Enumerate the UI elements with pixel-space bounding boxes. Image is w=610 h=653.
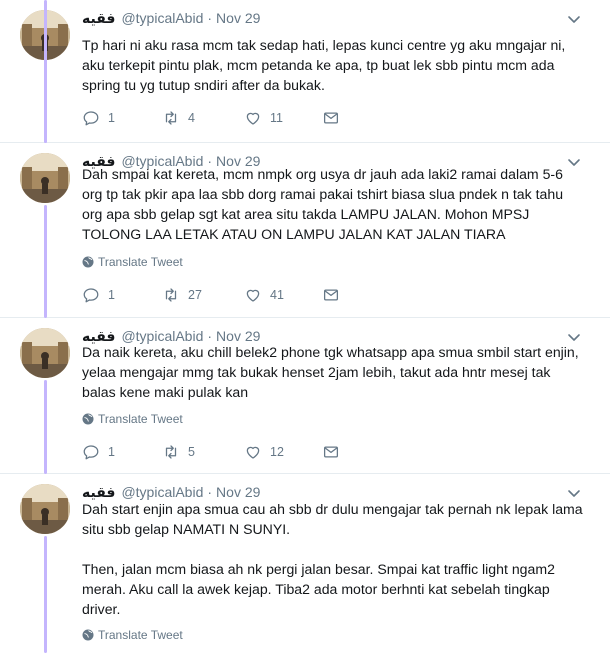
reply-button[interactable]: 1	[82, 442, 115, 462]
like-button[interactable]: 12	[244, 442, 284, 462]
reply-count: 1	[108, 111, 115, 125]
tweet[interactable]: فقيه @typicalAbid · Nov 29 Tp hari ni ak…	[0, 0, 610, 143]
retweet-count: 27	[188, 288, 202, 302]
caret-down-icon[interactable]	[567, 486, 581, 500]
reply-button[interactable]: 1	[82, 285, 115, 305]
tweet-actions: 1 27 41	[82, 285, 382, 305]
translate-tweet-link[interactable]: Translate Tweet	[82, 255, 183, 269]
reply-count: 1	[108, 445, 115, 459]
retweet-icon	[165, 111, 177, 125]
reply-button[interactable]: 1	[82, 108, 115, 128]
tweet-thread: فقيه @typicalAbid · Nov 29 Tp hari ni ak…	[0, 0, 610, 653]
globe-icon	[82, 629, 94, 641]
author-name[interactable]: فقيه	[82, 10, 115, 27]
like-count: 12	[270, 445, 284, 459]
dm-icon	[323, 446, 339, 458]
caret-down-icon[interactable]	[567, 12, 581, 26]
like-button[interactable]: 11	[244, 108, 283, 128]
tweet-paragraph: Tp hari ni aku rasa mcm tak sedap hati, …	[82, 37, 566, 93]
tweet-header: فقيه @typicalAbid · Nov 29	[82, 8, 260, 28]
like-count: 41	[270, 288, 284, 302]
tweet-actions: 1 5 12	[82, 442, 382, 462]
thread-connector	[44, 380, 47, 474]
tweet[interactable]: فقيه @typicalAbid · Nov 29 Dah start enj…	[0, 474, 610, 653]
translate-label: Translate Tweet	[98, 412, 183, 426]
author-name[interactable]: فقيه	[82, 484, 115, 501]
like-button[interactable]: 41	[244, 285, 284, 305]
avatar[interactable]	[20, 484, 70, 534]
retweet-count: 4	[188, 111, 195, 125]
like-icon	[246, 112, 260, 125]
separator-dot: ·	[207, 10, 213, 26]
author-handle[interactable]: @typicalAbid	[121, 10, 203, 26]
tweet-text: Da naik kereta, aku chill belek2 phone t…	[82, 342, 587, 402]
tweet-text: Dah smpai kat kereta, mcm nmpk org usya …	[82, 164, 587, 244]
tweet-paragraph: Dah smpai kat kereta, mcm nmpk org usya …	[82, 166, 564, 242]
thread-connector	[44, 0, 47, 143]
avatar[interactable]	[20, 328, 70, 378]
dm-icon	[323, 112, 339, 124]
tweet-text: Tp hari ni aku rasa mcm tak sedap hati, …	[82, 35, 587, 95]
retweet-button[interactable]: 5	[162, 442, 195, 462]
reply-icon	[83, 445, 99, 460]
like-icon	[246, 446, 260, 459]
like-count: 11	[270, 111, 283, 125]
globe-icon	[82, 256, 94, 268]
tweet-paragraph: Dah start enjin apa smua cau ah sbb dr d…	[82, 501, 583, 537]
reply-count: 1	[108, 288, 115, 302]
retweet-button[interactable]: 27	[162, 285, 202, 305]
tweet-paragraph: Then, jalan mcm biasa ah nk pergi jalan …	[82, 561, 555, 617]
tweet-date[interactable]: Nov 29	[216, 10, 260, 26]
dm-button[interactable]	[322, 285, 348, 305]
retweet-icon	[165, 288, 177, 302]
translate-tweet-link[interactable]: Translate Tweet	[82, 628, 183, 642]
tweet[interactable]: فقيه @typicalAbid · Nov 29 Dah smpai kat…	[0, 0, 610, 318]
reply-icon	[83, 288, 99, 303]
dm-button[interactable]	[322, 442, 348, 462]
avatar[interactable]	[20, 153, 70, 203]
retweet-icon	[165, 445, 177, 459]
dm-icon	[323, 289, 339, 301]
tweet-date[interactable]: Nov 29	[216, 484, 260, 500]
author-handle[interactable]: @typicalAbid	[121, 484, 203, 500]
like-icon	[246, 289, 260, 302]
tweet-actions: 1 4 11	[82, 108, 382, 128]
retweet-count: 5	[188, 445, 195, 459]
separator-dot: ·	[207, 484, 213, 500]
translate-label: Translate Tweet	[98, 255, 183, 269]
translate-label: Translate Tweet	[98, 628, 183, 642]
tweet[interactable]: فقيه @typicalAbid · Nov 29 Da naik keret…	[0, 318, 610, 474]
retweet-button[interactable]: 4	[162, 108, 195, 128]
reply-icon	[83, 111, 99, 126]
dm-button[interactable]	[322, 108, 348, 128]
tweet-text: Dah start enjin apa smua cau ah sbb dr d…	[82, 499, 587, 619]
thread-connector	[44, 536, 47, 653]
globe-icon	[82, 413, 94, 425]
tweet-paragraph: Da naik kereta, aku chill belek2 phone t…	[82, 344, 579, 400]
translate-tweet-link[interactable]: Translate Tweet	[82, 412, 183, 426]
thread-connector	[44, 205, 47, 318]
